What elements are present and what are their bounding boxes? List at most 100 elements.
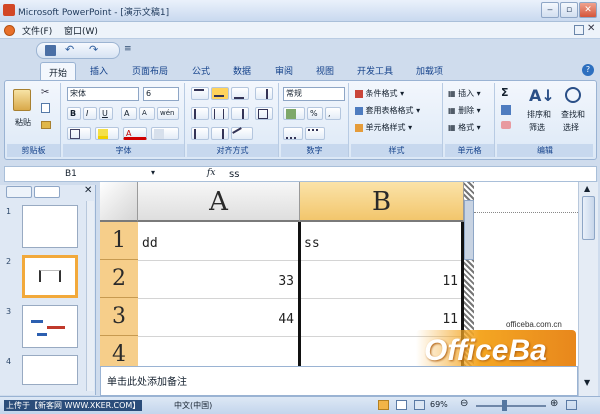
comma-button[interactable]: , [325, 107, 341, 120]
delete-cells-button[interactable]: ▦ 删除 ▾ [448, 105, 481, 116]
cell-a1[interactable]: dd [142, 236, 158, 251]
border-button[interactable] [67, 127, 91, 140]
outline-tab[interactable] [6, 186, 32, 198]
qat-customize-icon[interactable]: ≡ [124, 44, 132, 54]
cut-icon[interactable]: ✂ [41, 87, 49, 98]
clear-icon[interactable] [501, 121, 511, 129]
slides-tab[interactable] [34, 186, 60, 198]
zoom-in-icon[interactable]: ⊕ [550, 398, 558, 409]
slide-sorter-icon[interactable] [396, 400, 407, 410]
tab-formulas[interactable]: 公式 [192, 64, 210, 77]
column-header-b[interactable]: B [300, 182, 464, 222]
scroll-down-icon[interactable]: ▼ [584, 378, 590, 387]
insert-cells-button[interactable]: ▦ 插入 ▾ [448, 88, 481, 99]
cell-a3[interactable]: 44 [270, 312, 294, 327]
scroll-up-icon[interactable]: ▲ [584, 184, 590, 193]
tab-addins[interactable]: 加载项 [416, 64, 443, 77]
name-box[interactable]: B1 [65, 169, 77, 179]
increase-decimal-button[interactable] [283, 127, 303, 140]
scroll-thumb[interactable] [582, 196, 595, 240]
font-size-select[interactable]: 6 [143, 87, 179, 101]
sort-filter-icon[interactable]: A↓ [529, 86, 555, 105]
currency-button[interactable] [283, 107, 305, 120]
row-header-1[interactable]: 1 [100, 222, 138, 260]
minimize-button[interactable]: ‒ [541, 2, 559, 18]
paste-icon[interactable] [13, 89, 31, 111]
menu-file[interactable]: 文件(F) [22, 24, 52, 37]
close-button[interactable]: ✕ [579, 2, 597, 18]
cell-b3[interactable]: 11 [434, 312, 458, 327]
redo-icon[interactable]: ↷ [89, 43, 98, 56]
name-box-dropdown-icon[interactable]: ▾ [151, 168, 155, 177]
find-select-icon[interactable] [565, 87, 581, 103]
language-indicator[interactable]: 中文(中国) [174, 400, 212, 411]
main-scrollbar[interactable]: ▲ ▼ [578, 182, 598, 396]
indent-increase-button[interactable] [211, 127, 229, 140]
zoom-level[interactable]: 69% [430, 400, 448, 409]
slideshow-icon[interactable] [414, 400, 425, 410]
help-icon[interactable]: ? [582, 64, 594, 76]
align-middle-button[interactable] [211, 87, 229, 100]
fit-window-icon[interactable] [566, 400, 577, 410]
table-format-button[interactable]: 套用表格格式 ▾ [355, 105, 420, 116]
row-header-4[interactable]: 4 [100, 336, 138, 366]
phonetic-button[interactable]: wén [157, 107, 179, 120]
fx-icon[interactable]: fx [207, 168, 215, 178]
filter-label[interactable]: 筛选 [529, 122, 545, 133]
tab-page-layout[interactable]: 页面布局 [132, 64, 168, 77]
maximize-button[interactable]: ▫ [560, 2, 578, 18]
cell-b2[interactable]: 11 [434, 274, 458, 289]
notes-pane[interactable]: 单击此处添加备注 [100, 366, 578, 396]
thumbs-scrollbar[interactable] [86, 201, 94, 391]
merge-button[interactable] [255, 107, 273, 120]
select-label[interactable]: 选择 [563, 122, 579, 133]
slide-thumbnail-3[interactable] [22, 305, 78, 348]
align-bottom-button[interactable] [231, 87, 249, 100]
grow-font-button[interactable]: A [121, 107, 137, 120]
tab-data[interactable]: 数据 [233, 64, 251, 77]
orientation-button[interactable] [231, 126, 253, 141]
number-format-select[interactable]: 常规 [283, 87, 345, 101]
font-color-button[interactable]: A [123, 127, 147, 140]
indent-decrease-button[interactable] [191, 127, 209, 140]
formula-input[interactable]: ss [229, 169, 239, 180]
conditional-format-button[interactable]: 条件格式 ▾ [355, 88, 404, 99]
tab-insert[interactable]: 插入 [90, 64, 108, 77]
sort-filter-label[interactable]: 排序和 [527, 109, 551, 120]
tab-view[interactable]: 视图 [316, 64, 334, 77]
percent-button[interactable]: % [307, 107, 323, 120]
tab-home[interactable]: 开始 [40, 62, 77, 81]
slide-thumbnail-2[interactable] [22, 255, 78, 298]
paste-button[interactable]: 粘贴 [15, 117, 31, 128]
cell-a2[interactable]: 33 [270, 274, 294, 289]
slide-thumbnail-1[interactable] [22, 205, 78, 248]
italic-button[interactable]: I [83, 107, 97, 120]
find-select-label[interactable]: 查找和 [561, 109, 585, 120]
office-icon[interactable] [4, 25, 15, 36]
autosum-button[interactable]: Σ [501, 86, 509, 99]
fill-color-button[interactable] [95, 127, 119, 140]
normal-view-icon[interactable] [378, 400, 389, 410]
row-header-2[interactable]: 2 [100, 260, 138, 298]
fill-icon[interactable] [501, 105, 511, 115]
close-doc-icon[interactable]: ✕ [587, 23, 595, 34]
zoom-slider-thumb[interactable] [502, 400, 507, 411]
cell-style-button[interactable]: 单元格样式 ▾ [355, 122, 412, 133]
tab-review[interactable]: 审阅 [275, 64, 293, 77]
row-header-3[interactable]: 3 [100, 298, 138, 336]
select-all-corner[interactable] [100, 182, 138, 222]
format-painter-icon[interactable] [41, 121, 51, 129]
underline-button[interactable]: U [99, 107, 113, 120]
align-center-button[interactable] [211, 107, 229, 120]
wen-style-button[interactable] [151, 127, 179, 140]
tab-developer[interactable]: 开发工具 [357, 64, 393, 77]
app-icon[interactable] [3, 4, 15, 16]
slide-thumbnail-4[interactable] [22, 355, 78, 385]
align-left-button[interactable] [191, 107, 209, 120]
format-cells-button[interactable]: ▦ 格式 ▾ [448, 122, 481, 133]
column-header-a[interactable]: A [138, 182, 300, 222]
zoom-slider[interactable] [476, 400, 546, 411]
shrink-font-button[interactable]: A [139, 107, 155, 120]
menu-window[interactable]: 窗口(W) [64, 24, 98, 37]
undo-icon[interactable]: ↶ [65, 43, 74, 56]
